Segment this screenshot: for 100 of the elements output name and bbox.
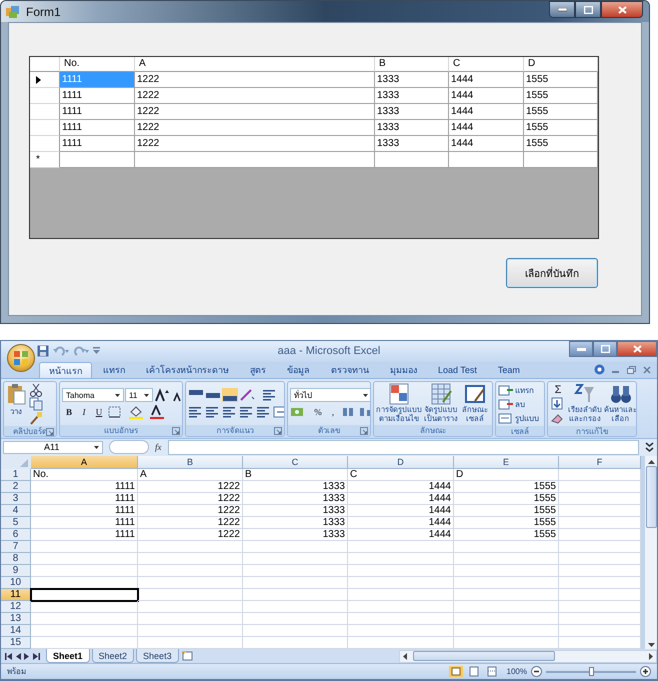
table-cell[interactable]: 1333 (375, 120, 449, 136)
table-cell[interactable]: 1111 (60, 88, 135, 104)
column-header[interactable]: B (138, 456, 243, 469)
zoom-out-icon[interactable] (531, 666, 542, 678)
ribbon-tab[interactable]: ข้อมูล (277, 362, 320, 378)
insert-function-button[interactable]: fx (155, 442, 162, 452)
row-header[interactable]: 10 (1, 576, 31, 589)
close-button[interactable] (617, 341, 657, 357)
ribbon-tab[interactable]: สูตร (240, 362, 276, 378)
wrap-text-icon[interactable] (262, 388, 278, 402)
bold-button[interactable]: B (62, 405, 76, 420)
previous-sheet-icon[interactable] (15, 652, 21, 660)
ribbon-tab[interactable]: เค้าโครงหน้ากระดาษ (136, 362, 239, 378)
table-cell[interactable]: 1555 (524, 88, 598, 104)
table-cell[interactable]: 1111 (60, 104, 135, 120)
ribbon-tab[interactable]: ตรวจทาน (321, 362, 379, 378)
save-icon[interactable] (37, 345, 49, 358)
sheet-tab[interactable]: Sheet2 (92, 649, 134, 663)
name-box[interactable]: A11 (3, 440, 103, 454)
zoom-in-icon[interactable] (640, 666, 651, 678)
table-cell[interactable]: 1444 (449, 72, 524, 88)
copy-icon[interactable] (28, 397, 44, 412)
brush-icon[interactable] (28, 411, 44, 426)
row-header[interactable] (30, 72, 60, 88)
formula-field[interactable] (168, 440, 639, 455)
column-header[interactable]: C (243, 456, 348, 469)
align-bottom-icon[interactable] (222, 388, 238, 402)
expand-icon[interactable] (645, 441, 654, 454)
number-format-field[interactable]: ทั่วไป (290, 388, 370, 402)
table-cell[interactable]: 1444 (449, 104, 524, 120)
table-cell[interactable]: 1555 (524, 104, 598, 120)
sheet-tab[interactable]: Sheet3 (136, 649, 179, 663)
vertical-scrollbar[interactable] (644, 456, 657, 649)
align-right-icon[interactable] (222, 405, 238, 420)
paste-button[interactable]: วาง (6, 383, 26, 426)
column-header[interactable]: D (348, 456, 454, 469)
table-cell[interactable]: 1222 (135, 136, 375, 152)
close-icon[interactable] (643, 366, 651, 374)
table-cell[interactable]: 1555 (524, 72, 598, 88)
font-field[interactable]: Tahoma (62, 388, 124, 402)
align-left-icon[interactable] (188, 405, 204, 420)
format-cells-button[interactable]: รูปแบบ (498, 411, 539, 426)
increase-indent-icon[interactable] (256, 405, 272, 420)
last-sheet-icon[interactable] (33, 652, 40, 660)
slider-thumb[interactable] (589, 666, 594, 676)
ribbon-tab[interactable]: Team (488, 362, 530, 378)
dialog-launcher-icon[interactable] (46, 428, 54, 436)
table-cell[interactable]: 1444 (449, 136, 524, 152)
dialog-launcher-icon[interactable] (172, 426, 180, 435)
table-cell[interactable]: 1222 (135, 72, 375, 88)
row-header[interactable]: 5 (1, 516, 31, 529)
table-cell[interactable]: 1222 (135, 120, 375, 136)
table-cell[interactable]: 1555 (524, 120, 598, 136)
row-header[interactable]: 1 (1, 468, 31, 481)
autosum-button[interactable]: Σ (550, 383, 566, 398)
table-cell[interactable]: 1222 (135, 88, 375, 104)
table-cell[interactable]: 1444 (449, 88, 524, 104)
ribbon-tab[interactable]: Load Test (428, 362, 487, 378)
ribbon-tab[interactable]: แทรก (93, 362, 135, 378)
close-button[interactable] (601, 1, 643, 18)
column-header[interactable]: A (31, 456, 138, 469)
scissors-icon[interactable] (28, 383, 44, 398)
table-cell[interactable]: 1333 (375, 104, 449, 120)
table-cell[interactable]: 1333 (375, 136, 449, 152)
align-center-icon[interactable] (205, 405, 221, 420)
row-header[interactable]: 14 (1, 624, 31, 637)
italic-button[interactable]: I (77, 405, 91, 420)
row-header[interactable]: 2 (1, 480, 31, 493)
dialog-launcher-icon[interactable] (274, 426, 282, 435)
help-icon[interactable] (594, 364, 605, 376)
table-cell[interactable]: 1444 (449, 120, 524, 136)
table-cell[interactable]: 1111 (60, 136, 135, 152)
row-header[interactable]: 9 (1, 564, 31, 577)
scroll-thumb[interactable] (413, 651, 555, 661)
row-header[interactable]: 15 (1, 636, 31, 649)
grow-font-icon[interactable] (154, 388, 170, 402)
row-header[interactable]: 12 (1, 600, 31, 613)
page-break-icon[interactable] (484, 666, 499, 678)
table-cell[interactable]: 1111 (60, 120, 135, 136)
ribbon-tab[interactable]: มุมมอง (380, 362, 427, 378)
horizontal-scrollbar[interactable] (399, 650, 657, 662)
column-header[interactable]: F (559, 456, 641, 469)
page-layout-icon[interactable] (466, 666, 481, 678)
row-header[interactable]: 6 (1, 528, 31, 541)
first-sheet-icon[interactable] (5, 652, 12, 660)
row-header[interactable]: 8 (1, 552, 31, 565)
next-sheet-icon[interactable] (24, 652, 30, 660)
row-header[interactable]: 4 (1, 504, 31, 517)
column-header[interactable]: E (454, 456, 559, 469)
normal-view-icon[interactable] (448, 666, 463, 678)
ribbon-tab[interactable]: หน้าแรก (39, 362, 92, 378)
dialog-launcher-icon[interactable] (360, 426, 368, 435)
table-cell[interactable]: 1555 (524, 136, 598, 152)
delete-cells-button[interactable]: ลบ (498, 397, 539, 412)
sheet-tab[interactable]: Sheet1 (46, 649, 90, 663)
table-cell[interactable]: 1333 (375, 72, 449, 88)
row-header[interactable]: 3 (1, 492, 31, 505)
underline-button[interactable]: U (92, 405, 106, 420)
font-size-field[interactable]: 11 (125, 388, 153, 402)
row-header[interactable]: 13 (1, 612, 31, 625)
